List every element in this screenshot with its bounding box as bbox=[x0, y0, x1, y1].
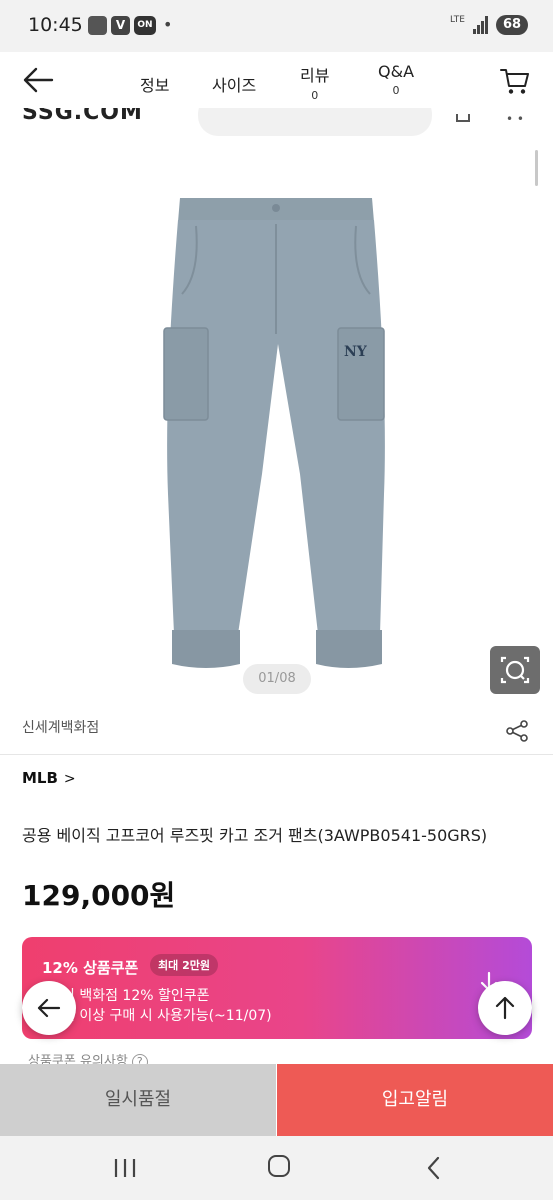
product-header: 정보 사이즈 리뷰 0 Q&A 0 bbox=[0, 52, 553, 108]
recent-apps-icon[interactable] bbox=[112, 1158, 138, 1178]
signal-icon bbox=[473, 16, 489, 34]
tab-review[interactable]: 리뷰 0 bbox=[300, 62, 329, 102]
soldout-button[interactable]: 일시품절 bbox=[0, 1064, 276, 1136]
network-type: LTE bbox=[450, 15, 465, 25]
share-icon[interactable] bbox=[505, 719, 529, 743]
site-logo[interactable]: SSG.COM bbox=[22, 108, 143, 125]
scrollbar[interactable] bbox=[535, 150, 538, 186]
lens-search-icon bbox=[500, 656, 530, 684]
review-count: 0 bbox=[311, 89, 319, 102]
system-nav-bar bbox=[0, 1136, 553, 1200]
bell-icon[interactable] bbox=[456, 114, 470, 122]
back-arrow-icon[interactable] bbox=[22, 66, 54, 94]
product-title: 공용 베이직 고프코어 루즈핏 카고 조거 팬츠(3AWPB0541-50GRS… bbox=[22, 826, 488, 845]
on-notification-icon: ON bbox=[134, 16, 156, 35]
tab-info[interactable]: 정보 bbox=[140, 72, 169, 96]
tab-size[interactable]: 사이즈 bbox=[212, 72, 256, 96]
tab-qna-label: Q&A bbox=[378, 62, 415, 81]
coupon-desc-2: 원 이상 구매 시 사용가능(~11/07) bbox=[62, 1008, 272, 1024]
status-bar: 10:45 V ON • LTE 68 bbox=[0, 0, 553, 52]
product-price: 129,000원 bbox=[22, 879, 176, 912]
tab-qna[interactable]: Q&A 0 bbox=[378, 62, 414, 97]
store-name[interactable]: 신세계백화점 bbox=[22, 717, 99, 737]
gallery-notification-icon bbox=[88, 16, 107, 35]
search-bar[interactable] bbox=[198, 108, 432, 136]
tab-size-label: 사이즈 bbox=[212, 76, 257, 95]
image-counter: 01/08 bbox=[243, 664, 311, 694]
coupon-max-badge: 최대 2만원 bbox=[150, 954, 218, 976]
brand-name: MLB bbox=[22, 769, 58, 787]
system-back-icon[interactable] bbox=[424, 1156, 444, 1180]
restock-alert-button[interactable]: 입고알림 bbox=[277, 1064, 553, 1136]
cargo-pants-image: NY bbox=[163, 198, 385, 668]
coupon-banner[interactable]: 12% 상품쿠폰 최대 2만원 이 백화점 12% 할인쿠폰 원 이상 구매 시… bbox=[22, 937, 532, 1039]
cart-icon[interactable] bbox=[499, 66, 531, 96]
visual-search-button[interactable] bbox=[490, 646, 540, 694]
more-notifications-icon: • bbox=[163, 15, 173, 34]
more-icon[interactable]: • • bbox=[506, 112, 524, 126]
tab-info-label: 정보 bbox=[140, 76, 170, 95]
brand-link[interactable]: MLB > bbox=[22, 769, 76, 787]
section-divider bbox=[0, 754, 553, 755]
status-time: 10:45 bbox=[28, 14, 83, 36]
coupon-title: 12% 상품쿠폰 bbox=[42, 959, 139, 977]
battery-icon: 68 bbox=[496, 15, 528, 35]
product-image[interactable]: NY bbox=[0, 144, 553, 704]
tab-review-label: 리뷰 bbox=[300, 66, 330, 85]
scroll-to-top-button[interactable] bbox=[478, 981, 532, 1035]
site-header-strip: SSG.COM • • bbox=[0, 108, 553, 144]
arrow-left-icon bbox=[37, 998, 61, 1018]
svg-text:NY: NY bbox=[344, 344, 368, 360]
qna-count: 0 bbox=[392, 84, 400, 97]
home-icon[interactable] bbox=[268, 1155, 290, 1177]
floating-back-button[interactable] bbox=[22, 981, 76, 1035]
chevron-right-icon: > bbox=[63, 771, 76, 787]
app-notification-icon: V bbox=[111, 16, 130, 35]
arrow-up-icon bbox=[495, 996, 515, 1020]
